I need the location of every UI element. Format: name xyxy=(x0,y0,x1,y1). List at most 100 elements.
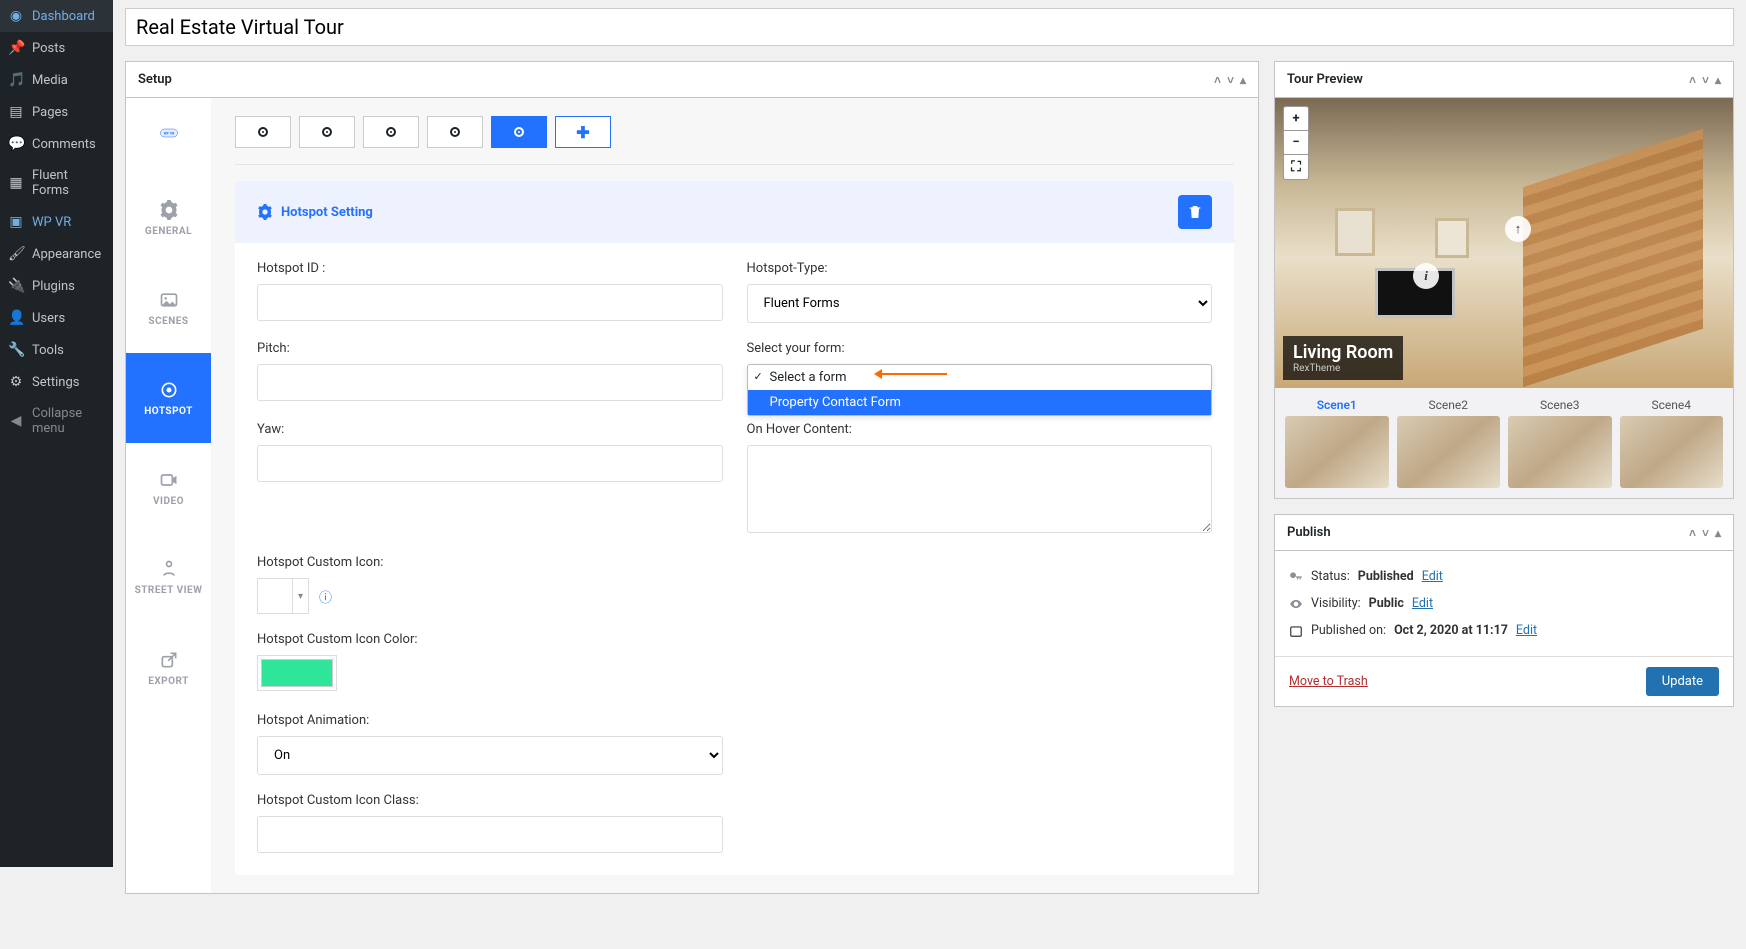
preview-viewport[interactable]: + − ⛶ ↑ i Living Room RexTheme xyxy=(1275,98,1733,388)
plus-icon: ✚ xyxy=(576,123,589,142)
yaw-label: Yaw: xyxy=(257,422,723,437)
icon-class-input[interactable] xyxy=(257,816,723,853)
preview-scene-name: Living Room xyxy=(1293,342,1393,363)
tab-street-view[interactable]: STREET VIEW xyxy=(126,533,211,623)
hotspot-type-label: Hotspot-Type: xyxy=(747,261,1213,276)
yaw-input[interactable] xyxy=(257,445,723,482)
preview-hotspot-info-icon[interactable]: i xyxy=(1413,263,1439,289)
box-move-up-icon[interactable]: ˄ xyxy=(1689,526,1696,540)
box-move-down-icon[interactable]: ˅ xyxy=(1227,73,1234,87)
preview-zoom-controls: + − ⛶ xyxy=(1283,106,1309,180)
select-form-label: Select your form: xyxy=(747,341,1213,356)
menu-comments[interactable]: 💬Comments xyxy=(0,128,113,160)
hotspot-chip-1[interactable] xyxy=(235,116,291,148)
visibility-label: Visibility: xyxy=(1311,596,1361,611)
scene-thumb-3[interactable]: Scene3 xyxy=(1508,398,1612,488)
setup-metabox: Setup ˄ ˅ ▴ WP VR GENERAL SCENES xyxy=(125,61,1259,894)
zoom-in-button[interactable]: + xyxy=(1284,107,1308,131)
title-bar xyxy=(125,8,1734,46)
menu-collapse[interactable]: ◀Collapse menu xyxy=(0,398,113,444)
icon-picker-swatch[interactable] xyxy=(257,578,293,614)
custom-icon-label: Hotspot Custom Icon: xyxy=(257,555,723,570)
icon-picker-dropdown[interactable]: ▾ xyxy=(293,578,309,614)
wpvr-tab-rail: WP VR GENERAL SCENES HOTSPOT VIDEO STREE… xyxy=(126,98,211,893)
menu-tools[interactable]: 🔧Tools xyxy=(0,334,113,366)
menu-wp-vr[interactable]: ▣WP VR xyxy=(0,206,113,238)
animation-label: Hotspot Animation: xyxy=(257,713,723,728)
box-move-up-icon[interactable]: ˄ xyxy=(1214,73,1221,87)
menu-fluent-forms[interactable]: ▦Fluent Forms xyxy=(0,160,113,206)
preview-stairs xyxy=(1523,129,1703,387)
key-icon xyxy=(1289,570,1303,584)
hotspot-chip-5[interactable] xyxy=(491,116,547,148)
icon-color-label: Hotspot Custom Icon Color: xyxy=(257,632,723,647)
hotspot-chip-add[interactable]: ✚ xyxy=(555,116,611,148)
box-move-up-icon[interactable]: ˄ xyxy=(1689,73,1696,87)
wpvr-logo: WP VR xyxy=(126,98,211,173)
scene-thumbnails: Scene1 Scene2 Scene3 Scene4 xyxy=(1275,388,1733,498)
hotspot-settings-panel: Hotspot Setting Hotspot ID : Hotspot-Typ… xyxy=(235,181,1234,875)
hotspot-chip-3[interactable] xyxy=(363,116,419,148)
wp-admin-sidebar: ◉Dashboard 📌Posts 🎵Media ▤Pages 💬Comment… xyxy=(0,0,113,867)
form-dropdown-open[interactable]: Select a form Property Contact Form xyxy=(747,364,1213,416)
hotspot-id-label: Hotspot ID : xyxy=(257,261,723,276)
icon-class-label: Hotspot Custom Icon Class: xyxy=(257,793,723,808)
tab-hotspot[interactable]: HOTSPOT xyxy=(126,353,211,443)
tour-preview-box: Tour Preview ˄˅▴ + − ⛶ ↑ xyxy=(1274,61,1734,499)
form-option-placeholder[interactable]: Select a form xyxy=(748,365,1212,390)
pitch-input[interactable] xyxy=(257,364,723,401)
move-to-trash-link[interactable]: Move to Trash xyxy=(1289,674,1368,689)
box-toggle-icon[interactable]: ▴ xyxy=(1715,526,1721,540)
menu-pages[interactable]: ▤Pages xyxy=(0,96,113,128)
scene-thumb-1[interactable]: Scene1 xyxy=(1285,398,1389,488)
menu-users[interactable]: 👤Users xyxy=(0,302,113,334)
tab-export[interactable]: EXPORT xyxy=(126,623,211,713)
box-move-down-icon[interactable]: ˅ xyxy=(1702,73,1709,87)
preview-scene-sub: RexTheme xyxy=(1293,363,1393,374)
delete-hotspot-button[interactable] xyxy=(1178,195,1212,229)
animation-select[interactable]: On xyxy=(257,736,723,775)
visibility-value: Public xyxy=(1369,596,1404,611)
preview-caption: Living Room RexTheme xyxy=(1283,336,1403,380)
calendar-icon xyxy=(1289,624,1303,638)
published-on-edit-link[interactable]: Edit xyxy=(1516,623,1537,638)
scene-thumb-2[interactable]: Scene2 xyxy=(1397,398,1501,488)
zoom-out-button[interactable]: − xyxy=(1284,131,1308,155)
eye-icon xyxy=(1289,597,1303,611)
info-icon[interactable]: ⓘ xyxy=(319,587,332,606)
status-label: Status: xyxy=(1311,569,1350,584)
pitch-label: Pitch: xyxy=(257,341,723,356)
tab-video[interactable]: VIDEO xyxy=(126,443,211,533)
on-hover-label: On Hover Content: xyxy=(747,422,1213,437)
tab-general[interactable]: GENERAL xyxy=(126,173,211,263)
tour-title-input[interactable] xyxy=(125,8,1734,46)
menu-dashboard[interactable]: ◉Dashboard xyxy=(0,0,113,32)
preview-frame xyxy=(1435,218,1469,258)
box-toggle-icon[interactable]: ▴ xyxy=(1240,73,1246,87)
scene-thumb-4[interactable]: Scene4 xyxy=(1620,398,1724,488)
hotspot-selector-row: ✚ xyxy=(235,116,1234,165)
hotspot-chip-2[interactable] xyxy=(299,116,355,148)
visibility-edit-link[interactable]: Edit xyxy=(1412,596,1433,611)
hotspot-panel-title: Hotspot Setting xyxy=(281,205,373,220)
menu-settings[interactable]: ⚙Settings xyxy=(0,366,113,398)
status-edit-link[interactable]: Edit xyxy=(1422,569,1443,584)
menu-media[interactable]: 🎵Media xyxy=(0,64,113,96)
box-toggle-icon[interactable]: ▴ xyxy=(1715,73,1721,87)
update-button[interactable]: Update xyxy=(1646,667,1719,696)
preview-hotspot-arrow-icon[interactable]: ↑ xyxy=(1505,216,1531,242)
icon-color-swatch[interactable] xyxy=(261,659,333,687)
tab-scenes[interactable]: SCENES xyxy=(126,263,211,353)
hotspot-type-select[interactable]: Fluent Forms xyxy=(747,284,1213,323)
hotspot-id-input[interactable] xyxy=(257,284,723,321)
publish-box: Publish ˄˅▴ Status: Published Edit Visib… xyxy=(1274,514,1734,707)
menu-posts[interactable]: 📌Posts xyxy=(0,32,113,64)
on-hover-input[interactable] xyxy=(747,445,1213,533)
hotspot-chip-4[interactable] xyxy=(427,116,483,148)
menu-appearance[interactable]: 🖌Appearance xyxy=(0,238,113,270)
fullscreen-button[interactable]: ⛶ xyxy=(1284,155,1308,179)
box-move-down-icon[interactable]: ˅ xyxy=(1702,526,1709,540)
form-option-property-contact[interactable]: Property Contact Form xyxy=(748,390,1212,415)
menu-plugins[interactable]: 🔌Plugins xyxy=(0,270,113,302)
setup-title: Setup xyxy=(138,72,172,87)
